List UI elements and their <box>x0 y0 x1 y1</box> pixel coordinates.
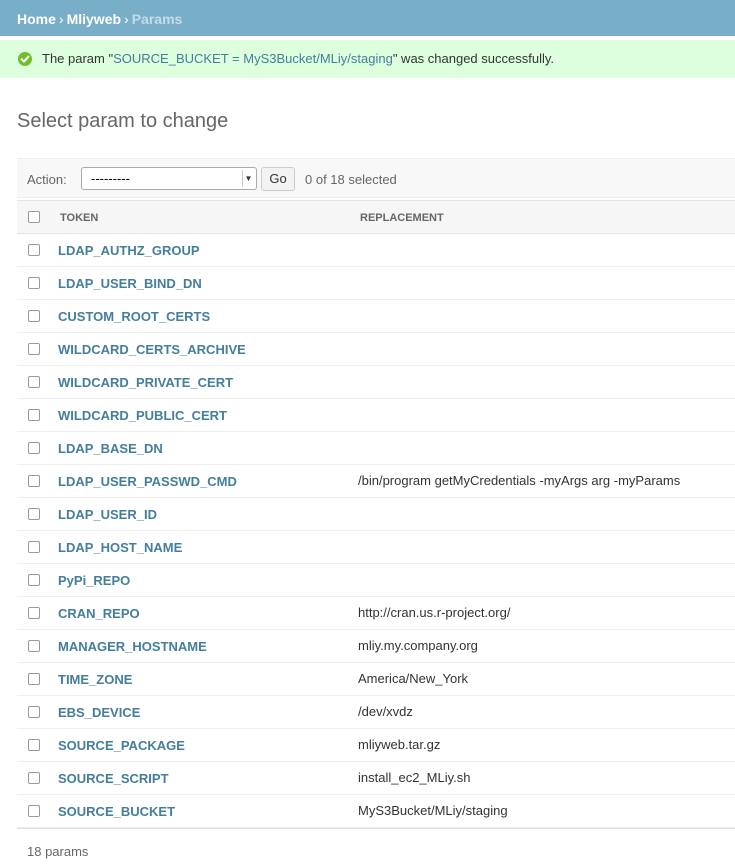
token-link[interactable]: WILDCARD_PRIVATE_CERT <box>58 375 233 390</box>
row-checkbox[interactable] <box>28 343 40 355</box>
table-row: LDAP_BASE_DN <box>17 432 735 465</box>
token-link[interactable]: LDAP_HOST_NAME <box>58 540 182 555</box>
breadcrumb-separator: › <box>58 11 64 27</box>
table-row: LDAP_HOST_NAME <box>17 531 735 564</box>
table-row: WILDCARD_CERTS_ARCHIVE <box>17 333 735 366</box>
replacement-value: mliyweb.tar.gz <box>358 737 441 752</box>
results-table: TOKEN REPLACEMENT LDAP_AUTHZ_GROUP LDAP_U… <box>17 200 735 828</box>
row-checkbox[interactable] <box>28 673 40 685</box>
row-checkbox[interactable] <box>28 376 40 388</box>
row-checkbox[interactable] <box>28 310 40 322</box>
token-link[interactable]: SOURCE_BUCKET <box>58 804 175 819</box>
token-link[interactable]: EBS_DEVICE <box>58 705 140 720</box>
table-row: SOURCE_SCRIPT install_ec2_MLiy.sh <box>17 762 735 795</box>
token-link[interactable]: LDAP_BASE_DN <box>58 441 163 456</box>
row-checkbox[interactable] <box>28 508 40 520</box>
token-link[interactable]: CRAN_REPO <box>58 606 140 621</box>
table-row: LDAP_USER_PASSWD_CMD/bin/program getMyCr… <box>17 465 735 498</box>
breadcrumb-current: Params <box>131 11 183 27</box>
token-link[interactable]: PyPi_REPO <box>58 573 130 588</box>
replacement-value: America/New_York <box>358 671 469 686</box>
action-select-value: --------- <box>91 171 130 186</box>
token-link[interactable]: LDAP_USER_ID <box>58 507 157 522</box>
row-checkbox[interactable] <box>28 574 40 586</box>
breadcrumb-separator: › <box>124 11 129 27</box>
select-all-checkbox[interactable] <box>28 211 40 223</box>
row-checkbox[interactable] <box>28 772 40 784</box>
token-link[interactable]: LDAP_USER_BIND_DN <box>58 276 202 291</box>
replacement-value: http://cran.us.r-project.org/ <box>358 605 511 620</box>
replacement-value: MyS3Bucket/MLiy/staging <box>358 803 508 818</box>
table-row: SOURCE_PACKAGE mliyweb.tar.gz <box>17 729 735 762</box>
table-body: LDAP_AUTHZ_GROUP LDAP_USER_BIND_DN CUSTOM_… <box>17 234 735 828</box>
row-checkbox[interactable] <box>28 442 40 454</box>
table-row: WILDCARD_PUBLIC_CERT <box>17 399 735 432</box>
row-checkbox[interactable] <box>28 607 40 619</box>
row-checkbox[interactable] <box>28 541 40 553</box>
row-checkbox[interactable] <box>28 805 40 817</box>
action-label: Action: <box>27 172 67 187</box>
page-title: Select param to change <box>17 110 229 132</box>
table-header: TOKEN REPLACEMENT <box>17 200 735 234</box>
token-link[interactable]: WILDCARD_CERTS_ARCHIVE <box>58 342 246 357</box>
success-message: The param "SOURCE_BUCKET = MyS3Bucket/ML… <box>0 40 735 78</box>
table-row: LDAP_USER_BIND_DN <box>17 267 735 300</box>
selection-counter: 0 of 18 selected <box>305 172 397 187</box>
table-row: SOURCE_BUCKET MyS3Bucket/MLiy/staging <box>17 795 735 828</box>
table-row: PyPi_REPO <box>17 564 735 597</box>
token-link[interactable]: WILDCARD_PUBLIC_CERT <box>58 408 227 423</box>
success-check-icon <box>18 52 32 66</box>
token-link[interactable]: TIME_ZONE <box>58 672 132 687</box>
row-checkbox[interactable] <box>28 475 40 487</box>
replacement-value: /dev/xvdz <box>358 704 413 719</box>
token-link[interactable]: CUSTOM_ROOT_CERTS <box>58 309 210 324</box>
message-object-link[interactable]: SOURCE_BUCKET = MyS3Bucket/MLiy/staging <box>113 51 393 66</box>
table-row: LDAP_USER_ID <box>17 498 735 531</box>
token-link[interactable]: SOURCE_SCRIPT <box>58 771 169 786</box>
action-select[interactable]: --------- ▼ <box>81 167 257 190</box>
column-header-replacement[interactable]: REPLACEMENT <box>360 212 444 224</box>
message-suffix: " was changed successfully. <box>392 51 555 66</box>
breadcrumb-app-link[interactable]: Mliyweb <box>67 11 121 27</box>
table-row: CRAN_REPO http://cran.us.r-project.org/ <box>17 597 735 630</box>
token-link[interactable]: LDAP_AUTHZ_GROUP <box>58 243 200 258</box>
table-row: TIME_ZONE America/New_York <box>17 663 735 696</box>
table-row: CUSTOM_ROOT_CERTS <box>17 300 735 333</box>
row-checkbox[interactable] <box>28 409 40 421</box>
token-link[interactable]: LDAP_USER_PASSWD_CMD <box>58 474 237 489</box>
table-row: MANAGER_HOSTNAME mliy.my.company.org <box>17 630 735 663</box>
message-prefix: The param " <box>42 51 114 66</box>
breadcrumb-home-link[interactable]: Home <box>17 11 56 27</box>
token-link[interactable]: SOURCE_PACKAGE <box>58 738 185 753</box>
row-checkbox[interactable] <box>28 739 40 751</box>
table-row: LDAP_AUTHZ_GROUP <box>17 234 735 267</box>
row-checkbox[interactable] <box>28 244 40 256</box>
row-checkbox[interactable] <box>28 277 40 289</box>
replacement-value: /bin/program getMyCredentials -myArgs ar… <box>358 473 681 488</box>
replacement-value: install_ec2_MLiy.sh <box>358 770 471 785</box>
replacement-value: mliy.my.company.org <box>358 638 478 653</box>
dropdown-arrow-icon: ▼ <box>242 170 254 187</box>
actions-bar: Action: --------- ▼ Go 0 of 18 selected <box>17 158 735 198</box>
row-checkbox[interactable] <box>28 640 40 652</box>
token-link[interactable]: MANAGER_HOSTNAME <box>58 639 207 654</box>
table-row: WILDCARD_PRIVATE_CERT <box>17 366 735 399</box>
go-button[interactable]: Go <box>261 167 295 191</box>
column-header-token[interactable]: TOKEN <box>60 212 98 224</box>
table-row: EBS_DEVICE/dev/xvdz <box>17 696 735 729</box>
row-checkbox[interactable] <box>28 706 40 718</box>
paginator: 18 params <box>17 828 735 867</box>
breadcrumb: Home › Mliyweb › Params <box>0 0 735 36</box>
